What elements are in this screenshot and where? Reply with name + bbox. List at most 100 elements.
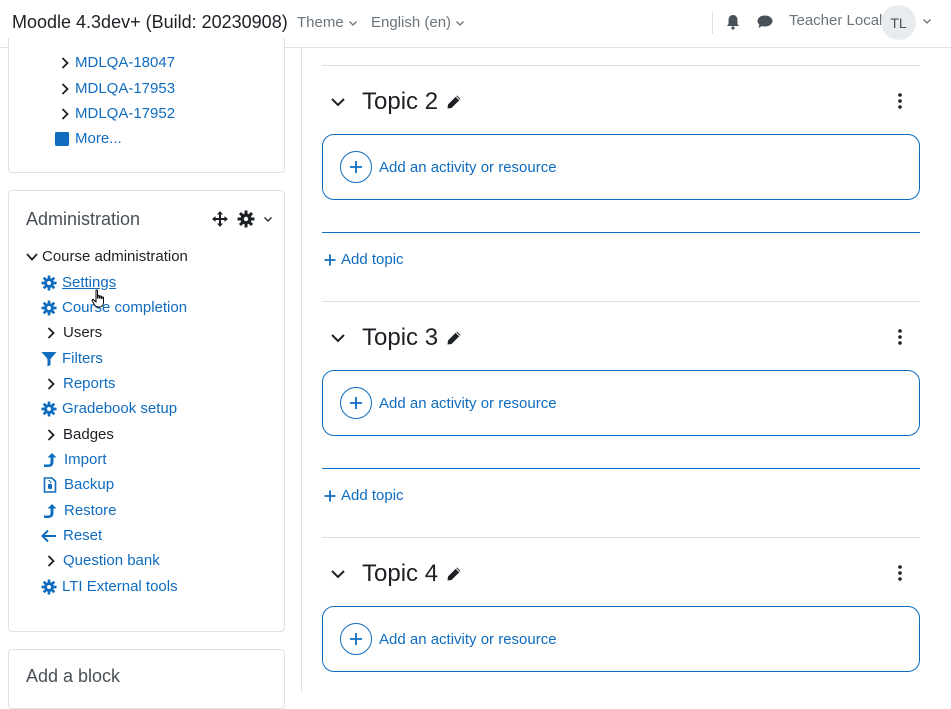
chevron-down-icon[interactable] — [330, 96, 346, 108]
topic-title[interactable]: Topic 3 — [362, 324, 438, 352]
admin-item-lti-external-tools[interactable]: LTI External tools — [41, 578, 178, 595]
chevron-down-icon[interactable] — [922, 16, 932, 26]
add-topic-divider — [322, 468, 920, 469]
hand-cursor-icon — [91, 289, 107, 309]
admin-item-label: Users — [63, 324, 103, 341]
admin-item-gradebook-setup[interactable]: Gradebook setup — [41, 400, 177, 417]
add-topic-label: Add topic — [341, 251, 404, 268]
nav-item-more[interactable]: More... — [55, 130, 122, 147]
topic-title[interactable]: Topic 2 — [362, 88, 438, 116]
add-activity-button[interactable]: Add an activity or resource — [322, 606, 920, 672]
chevron-right-icon — [47, 326, 55, 339]
block-actions — [211, 210, 273, 228]
administration-block: Administration Course administration Set… — [8, 190, 285, 632]
course-administration-node[interactable]: Course administration — [26, 248, 188, 265]
admin-item-question-bank[interactable]: Question bank — [47, 552, 160, 569]
admin-item-reset[interactable]: Reset — [41, 527, 102, 544]
chevron-right-icon — [47, 554, 55, 567]
user-name[interactable]: Teacher Local — [789, 12, 882, 29]
add-topic-button[interactable]: Add topic — [324, 251, 404, 268]
more-label: More... — [75, 130, 122, 147]
section-divider — [322, 537, 920, 538]
course-administration-label: Course administration — [42, 248, 188, 265]
admin-item-users[interactable]: Users — [47, 324, 102, 341]
admin-item-label: Filters — [62, 350, 103, 367]
admin-item-label: Badges — [63, 426, 114, 443]
admin-item-label: Backup — [64, 476, 115, 493]
gear-icon[interactable] — [237, 210, 255, 228]
admin-item-import[interactable]: Import — [41, 451, 107, 468]
admin-item-label: Course completion — [62, 299, 188, 316]
nav-item-mdlqa-17953[interactable]: MDLQA-17953 — [61, 80, 175, 97]
nav-item-label: MDLQA-18047 — [75, 54, 176, 71]
pencil-icon[interactable] — [446, 330, 462, 346]
admin-item-label: Restore — [64, 502, 117, 519]
site-brand[interactable]: Moodle 4.3dev+ (Build: 20230908) — [12, 12, 288, 33]
chevron-down-icon[interactable] — [263, 214, 273, 224]
admin-item-filters[interactable]: Filters — [41, 350, 103, 367]
pencil-icon[interactable] — [446, 566, 462, 582]
admin-item-course-completion[interactable]: Course completion — [41, 299, 187, 316]
avatar[interactable]: TL — [881, 5, 916, 40]
navbar-divider — [712, 12, 713, 34]
add-activity-button[interactable]: Add an activity or resource — [322, 134, 920, 200]
topic-header: Topic 3 — [330, 324, 462, 352]
admin-item-label: Settings — [62, 274, 117, 291]
pencil-icon[interactable] — [446, 94, 462, 110]
topic-header: Topic 2 — [330, 88, 462, 116]
chat-icon[interactable] — [756, 13, 774, 31]
chevron-right-icon — [61, 56, 69, 69]
backup-icon — [43, 476, 57, 493]
plus-icon — [324, 254, 336, 266]
restore-icon — [43, 503, 57, 519]
square-icon — [55, 131, 69, 146]
kebab-menu-icon[interactable] — [898, 93, 902, 109]
kebab-menu-icon[interactable] — [898, 565, 902, 581]
navigation-block: MDLQA-18047 MDLQA-17953 MDLQA-17952 More… — [8, 38, 285, 173]
nav-item-mdlqa-17952[interactable]: MDLQA-17952 — [61, 105, 175, 122]
chevron-down-icon — [455, 18, 465, 28]
admin-item-label: Reports — [63, 375, 116, 392]
nav-item-label: MDLQA-17953 — [75, 80, 176, 97]
gear-icon — [41, 299, 57, 316]
topic-title[interactable]: Topic 4 — [362, 560, 438, 588]
chevron-right-icon — [47, 428, 55, 441]
kebab-menu-icon[interactable] — [898, 329, 902, 345]
admin-item-badges[interactable]: Badges — [47, 426, 114, 443]
chevron-right-icon — [61, 107, 69, 120]
language-menu-label: English (en) — [371, 14, 452, 31]
add-activity-label: Add an activity or resource — [379, 630, 557, 648]
nav-item-label: MDLQA-17952 — [75, 105, 176, 122]
theme-menu-label: Theme — [297, 14, 344, 31]
theme-menu[interactable]: Theme — [297, 14, 358, 31]
filter-icon — [41, 351, 57, 367]
language-menu[interactable]: English (en) — [371, 14, 465, 31]
admin-item-backup[interactable]: Backup — [41, 476, 114, 493]
plus-icon — [340, 387, 372, 419]
gear-icon — [41, 578, 57, 595]
admin-item-restore[interactable]: Restore — [41, 502, 117, 519]
add-topic-label: Add topic — [341, 487, 404, 504]
plus-icon — [340, 151, 372, 183]
add-topic-button[interactable]: Add topic — [324, 487, 404, 504]
section-divider — [322, 301, 920, 302]
plus-icon — [340, 623, 372, 655]
nav-item-mdlqa-18047[interactable]: MDLQA-18047 — [61, 54, 175, 71]
add-activity-label: Add an activity or resource — [379, 158, 557, 176]
section-divider — [322, 65, 920, 66]
admin-item-label: Import — [64, 451, 107, 468]
add-activity-label: Add an activity or resource — [379, 394, 557, 412]
add-topic-divider — [322, 232, 920, 233]
chevron-down-icon — [348, 18, 358, 28]
chevron-down-icon[interactable] — [330, 332, 346, 344]
admin-item-label: Reset — [63, 527, 103, 544]
chevron-down-icon[interactable] — [330, 568, 346, 580]
plus-icon — [324, 490, 336, 502]
move-icon[interactable] — [211, 210, 229, 228]
admin-item-reports[interactable]: Reports — [47, 375, 116, 392]
chevron-right-icon — [47, 377, 55, 390]
add-block-title[interactable]: Add a block — [26, 666, 120, 687]
add-activity-button[interactable]: Add an activity or resource — [322, 370, 920, 436]
administration-title: Administration — [26, 209, 141, 229]
bell-icon[interactable] — [724, 13, 742, 31]
